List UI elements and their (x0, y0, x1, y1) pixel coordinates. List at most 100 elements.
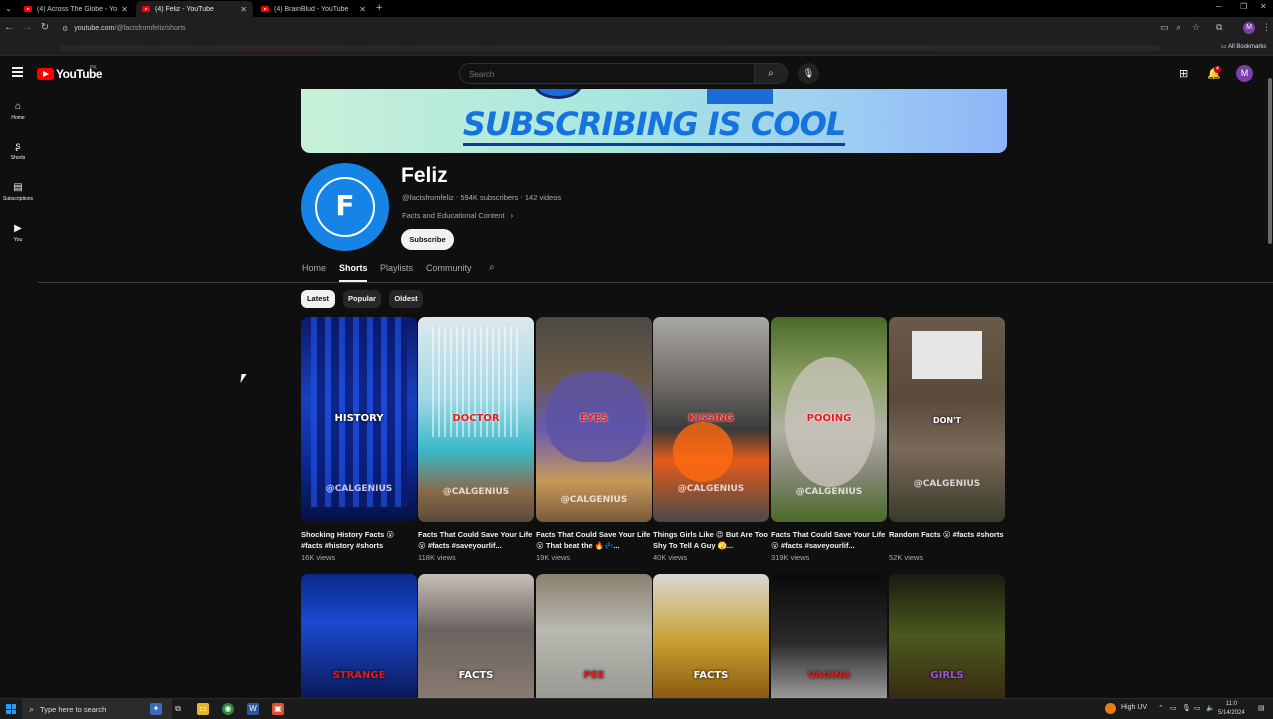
short-watermark: @CALGENIUS (677, 484, 745, 494)
close-window-icon[interactable]: ✕ (1260, 2, 1267, 11)
screen-recorder-icon[interactable]: ▣ (272, 703, 284, 715)
clock-date: 5/14/2024 (1218, 710, 1245, 716)
tab-home[interactable]: Home (302, 263, 326, 273)
subscribe-button[interactable]: Subscribe (401, 229, 454, 250)
search-button[interactable]: ⌕ (754, 63, 788, 84)
youtube-favicon-icon (24, 6, 32, 12)
banner-circle-graphic (533, 89, 583, 99)
guide-item-you[interactable]: ▶ You (0, 223, 36, 243)
browser-tab-1[interactable]: (4) Across The Globe - YouTube ✕ (18, 1, 134, 17)
guide-item-home[interactable]: ⌂ Home (0, 101, 36, 121)
weather-icon (1105, 703, 1116, 714)
all-bookmarks-button[interactable]: ▭ All Bookmarks (1221, 43, 1266, 50)
channel-search-icon[interactable]: ⌕ (489, 262, 495, 273)
chrome-icon[interactable]: ◉ (222, 703, 234, 715)
youtube-masthead: YouTube PK ⌕ 🎙 ⊞ 🔔 4 M (0, 57, 1273, 89)
close-tab-icon[interactable]: ✕ (121, 5, 128, 14)
short-thumbnail[interactable]: DON'T @CALGENIUS (889, 317, 1005, 522)
tray-app-icon[interactable]: ▭ (1170, 704, 1177, 712)
tray-mic-icon[interactable]: 🎙 (1182, 704, 1191, 712)
close-tab-icon[interactable]: ✕ (359, 5, 366, 14)
short-watermark: @CALGENIUS (325, 484, 393, 494)
short-title[interactable]: Facts That Could Save Your Life 😮 #facts… (771, 529, 887, 551)
tab-playlists[interactable]: Playlists (380, 263, 413, 273)
browser-menu-icon[interactable]: ⋮ (1262, 22, 1271, 33)
notification-count-badge: 4 (1214, 66, 1221, 73)
short-watermark: @CALGENIUS (913, 479, 981, 489)
browser-tab-2[interactable]: (4) Feliz - YouTube ✕ (136, 1, 253, 17)
cast-icon[interactable]: ▭ (1160, 22, 1169, 33)
youtube-play-icon (37, 68, 54, 80)
back-icon[interactable]: ← (3, 22, 15, 33)
short-thumbnail[interactable]: DOCTOR @CALGENIUS (418, 317, 534, 522)
short-thumbnail[interactable]: POOING @CALGENIUS (771, 317, 887, 522)
restore-icon[interactable]: ❐ (1240, 2, 1247, 11)
short-views: 19K views (536, 553, 571, 562)
short-thumbnail[interactable]: FACTS (653, 574, 769, 698)
extensions-icon[interactable]: ⧉ (1216, 22, 1222, 33)
copilot-icon[interactable]: ✦ (150, 703, 162, 715)
tab-list-chevron-icon[interactable]: ⌄ (3, 3, 14, 14)
short-thumbnail[interactable]: VAGINA (771, 574, 887, 698)
short-thumbnail[interactable]: HISTORY @CALGENIUS (301, 317, 417, 522)
tab-shorts[interactable]: Shorts (339, 263, 368, 273)
windows-start-icon[interactable] (6, 704, 16, 714)
search-input[interactable] (460, 65, 754, 84)
task-view-icon[interactable]: ⧉ (172, 703, 184, 715)
short-title[interactable]: Shocking History Facts 😮 #facts #history… (301, 529, 417, 551)
banner-text: SUBSCRIBING IS COOL (462, 105, 846, 146)
address-bar[interactable]: ⚙ youtube.com/@factsfromfeliz/shorts (58, 20, 1148, 37)
reload-icon[interactable]: ↻ (39, 22, 51, 33)
page-scrollbar[interactable] (1268, 78, 1272, 244)
account-avatar[interactable]: M (1236, 65, 1253, 82)
browser-profile-avatar[interactable]: M (1243, 22, 1255, 34)
short-thumbnail[interactable]: KISSING @CALGENIUS (653, 317, 769, 522)
forward-icon[interactable]: → (21, 22, 33, 33)
weather-text[interactable]: High UV (1121, 704, 1147, 711)
short-title[interactable]: Things Girls Like 😍 But Are Too Shy To T… (653, 529, 769, 551)
minimize-icon[interactable]: ─ (1216, 2, 1222, 11)
short-overlay-text: FACTS (458, 670, 494, 681)
menu-icon[interactable] (12, 67, 23, 79)
tab-community[interactable]: Community (426, 263, 472, 273)
short-thumbnail[interactable]: FACTS (418, 574, 534, 698)
channel-avatar[interactable]: F (301, 163, 389, 251)
short-thumbnail[interactable]: EYES @CALGENIUS (536, 317, 652, 522)
create-video-icon[interactable]: ⊞ (1179, 67, 1188, 80)
search-input-wrapper (459, 63, 755, 84)
word-icon[interactable]: W (247, 703, 259, 715)
chip-latest[interactable]: Latest (301, 290, 335, 308)
short-watermark: @CALGENIUS (795, 487, 863, 497)
guide-item-subscriptions[interactable]: ▤ Subscriptions (0, 182, 36, 202)
browser-tab-3[interactable]: (4) BrainBlud - YouTube ✕ (255, 1, 372, 17)
file-explorer-icon[interactable]: ▭ (197, 703, 209, 715)
clock-time: 11:0 (1225, 701, 1237, 707)
short-title[interactable]: Facts That Could Save Your Life 😮 That b… (536, 529, 652, 551)
channel-handle: @factsfromfeliz (402, 193, 454, 202)
chip-oldest[interactable]: Oldest (389, 290, 423, 308)
url-path: /@factsfromfeliz/shorts (114, 25, 186, 32)
short-thumbnail[interactable]: GIRLS (889, 574, 1005, 698)
channel-description[interactable]: Facts and Educational Content › (402, 211, 513, 220)
new-tab-icon[interactable]: + (376, 2, 382, 14)
short-thumbnail[interactable]: STRANGE (301, 574, 417, 698)
short-title[interactable]: Facts That Could Save Your Life 😮 #facts… (418, 529, 534, 551)
chip-popular[interactable]: Popular (343, 290, 381, 308)
short-overlay-text: FACTS (693, 670, 729, 681)
close-tab-icon[interactable]: ✕ (240, 5, 247, 14)
short-overlay-text: PEE (583, 670, 605, 681)
site-info-icon[interactable]: ⚙ (62, 25, 68, 33)
volume-icon[interactable]: 🔈 (1206, 704, 1215, 712)
short-thumbnail[interactable]: PEE (536, 574, 652, 698)
guide-item-shorts[interactable]: ʂ Shorts (0, 141, 36, 161)
short-views: 52K views (889, 553, 924, 562)
bookmark-star-icon[interactable]: ☆ (1192, 22, 1200, 33)
network-icon[interactable]: ▭ (1194, 704, 1201, 712)
home-icon: ⌂ (14, 101, 22, 112)
notifications-icon[interactable]: ▤ (1258, 704, 1265, 712)
tray-chevron-icon[interactable]: ⌃ (1158, 704, 1164, 712)
short-title[interactable]: Random Facts 😮 #facts #shorts (889, 529, 1005, 540)
taskbar-clock[interactable]: 11:0 5/14/2024 (1218, 700, 1245, 718)
zoom-icon[interactable]: ⌕ (1176, 22, 1181, 33)
voice-search-button[interactable]: 🎙 (798, 63, 819, 84)
